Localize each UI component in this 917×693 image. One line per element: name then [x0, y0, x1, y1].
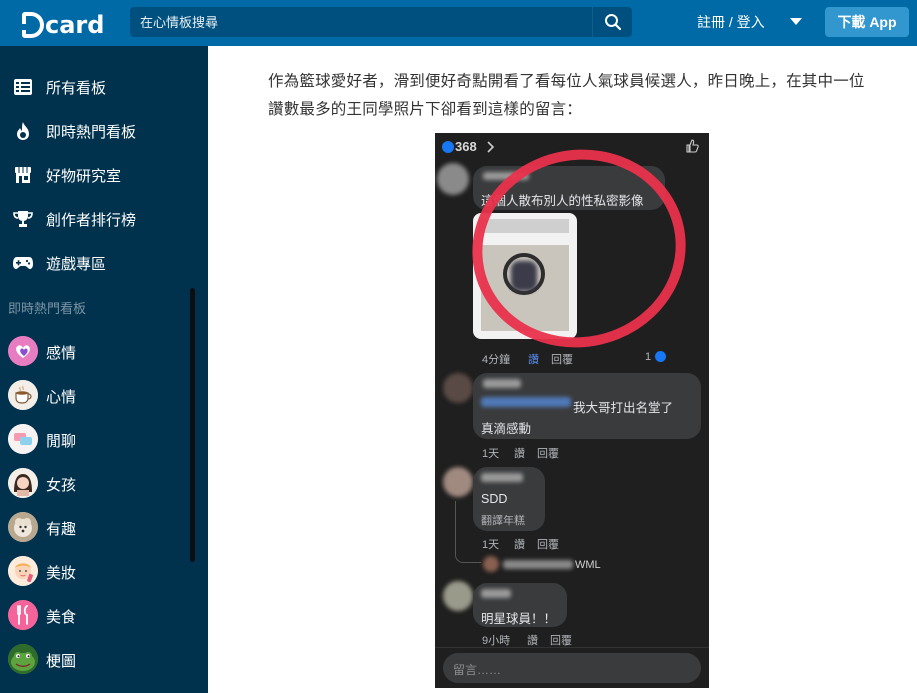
sidebar-board-label: 有趣 [46, 521, 77, 538]
sidebar-item-label: 遊戲專區 [46, 255, 107, 273]
download-app-button[interactable]: 下載 App [825, 7, 909, 37]
coffee-avatar-icon [8, 380, 38, 410]
like-badge-icon [655, 351, 666, 362]
comment-screenshot-image: 368 這個人散布別人的性私密影像 4分鐘 讚 回覆 1 我大哥打出名堂了 真滴… [435, 133, 709, 688]
menu-dropdown-button[interactable] [788, 14, 804, 30]
sidebar-board-label: 感情 [46, 345, 77, 362]
trophy-icon [12, 208, 34, 230]
comment-bubble: SDD 翻譯年糕 [473, 467, 545, 531]
list-icon [12, 76, 34, 98]
sidebar-board-love[interactable]: 感情 [0, 329, 208, 373]
sidebar-board-chat[interactable]: 閒聊 [0, 417, 208, 461]
comment-bubble: 我大哥打出名堂了 真滴感動 [473, 373, 701, 439]
comment-text: 真滴感動 [481, 422, 532, 436]
comment-time: 1天 [482, 539, 500, 551]
sidebar-board-label: 閒聊 [46, 433, 77, 450]
sidebar-item-label: 即時熱門看板 [46, 123, 137, 141]
utensils-avatar-icon [8, 600, 38, 630]
sidebar-item-label: 好物研究室 [46, 167, 122, 185]
sidebar-item-creator-ranking[interactable]: 創作者排行榜 [0, 197, 208, 241]
comment-bubble: 明星球員！！ [473, 583, 567, 627]
thumbs-up-icon [686, 139, 699, 153]
sidebar-board-label: 梗圖 [46, 653, 77, 670]
reaction-count: 368 [455, 139, 477, 154]
search-box [130, 7, 632, 37]
reply-avatar [483, 556, 499, 572]
dcard-logo[interactable]: card [20, 8, 105, 39]
article-paragraph: 作為籃球愛好者，滑到便好奇點開看了看每位人氣球員候選人，昨日晚上，在其中一位讚數… [268, 73, 865, 118]
search-icon [604, 14, 621, 31]
comment-text: 明星球員！！ [481, 612, 557, 626]
frog-avatar-icon [8, 644, 38, 674]
comment-like-link: 讚 [514, 539, 525, 551]
sidebar-board-makeup[interactable]: 美妝 [0, 549, 208, 593]
login-link[interactable]: 註冊 / 登入 [697, 12, 765, 32]
sidebar-board-food[interactable]: 美食 [0, 593, 208, 637]
sidebar-item-goods-lab[interactable]: 好物研究室 [0, 153, 208, 197]
makeup-avatar-icon [8, 556, 38, 586]
chevron-right-icon [487, 141, 495, 153]
comment-time: 4分鐘 [482, 354, 511, 366]
comment-reply-link: 回覆 [551, 354, 573, 366]
sidebar-board-mood[interactable]: 心情 [0, 373, 208, 417]
sidebar-item-games[interactable]: 遊戲專區 [0, 241, 208, 285]
reaction-icon [442, 141, 454, 153]
flame-icon [12, 120, 34, 142]
sidebar-item-label: 所有看板 [46, 79, 107, 97]
comment-like-link: 讚 [528, 354, 539, 366]
commenter-avatar [443, 581, 473, 611]
comment-text: SDD [481, 492, 508, 506]
sidebar-board-funny[interactable]: 有趣 [0, 505, 208, 549]
heart-avatar-icon [8, 336, 38, 366]
sidebar-item-label: 創作者排行榜 [46, 211, 137, 229]
comment-time: 9小時 [482, 635, 511, 647]
logo-d-mark [20, 12, 44, 38]
comment-reply-link: 回覆 [537, 539, 559, 551]
chat-avatar-icon [8, 424, 38, 454]
sidebar-board-girl[interactable]: 女孩 [0, 461, 208, 505]
dog-avatar-icon [8, 512, 38, 542]
sidebar: 所有看板 即時熱門看板 好物研究室 創作者排行榜 遊戲專區 即時熱門看板 感情 [0, 46, 208, 693]
store-icon [12, 164, 34, 186]
sidebar-scrollbar[interactable] [190, 288, 195, 562]
comment-like-count: 1 [645, 351, 652, 363]
commenter-avatar [437, 163, 469, 195]
translate-link: 翻譯年糕 [481, 515, 525, 527]
girl-avatar-icon [8, 468, 38, 498]
sidebar-board-meme[interactable]: 梗圖 [0, 637, 208, 681]
gamepad-icon [12, 252, 34, 274]
sidebar-item-hot-boards[interactable]: 即時熱門看板 [0, 109, 208, 153]
reply-thread-line [455, 501, 481, 563]
sidebar-item-all-boards[interactable]: 所有看板 [0, 65, 208, 109]
comment-reply-link: 回覆 [550, 635, 572, 647]
sidebar-board-label: 美食 [46, 609, 77, 626]
sidebar-board-label: 心情 [46, 389, 77, 406]
search-input[interactable] [130, 7, 592, 37]
search-button[interactable] [592, 7, 632, 37]
reply-preview-text: WML [575, 559, 601, 571]
comment-composer: 留言…… [443, 653, 701, 683]
comment-text: 我大哥打出名堂了 [573, 401, 674, 415]
sidebar-board-label: 女孩 [46, 477, 77, 494]
section-title-hot-boards: 即時熱門看板 [8, 301, 87, 316]
chevron-down-icon [790, 18, 802, 25]
comment-reply-link: 回覆 [537, 448, 559, 460]
comment-like-link: 讚 [527, 635, 538, 647]
commenter-avatar [443, 467, 473, 497]
top-header: card 註冊 / 登入 下載 App [0, 0, 917, 46]
commenter-avatar [443, 373, 473, 403]
logo-text: card [45, 11, 105, 39]
comment-time: 1天 [482, 448, 500, 460]
comment-like-link: 讚 [514, 448, 525, 460]
sidebar-board-label: 美妝 [46, 565, 77, 582]
